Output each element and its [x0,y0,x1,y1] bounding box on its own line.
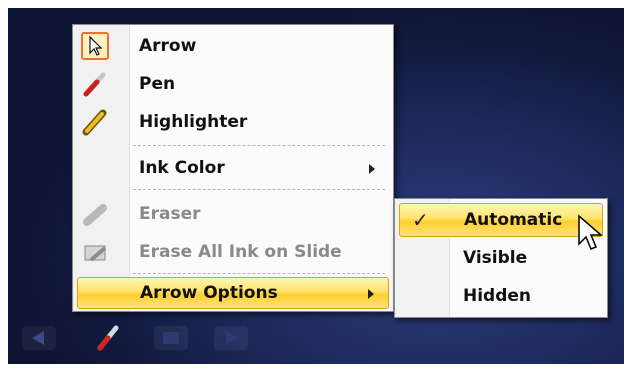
submenu-item-label: Automatic [464,210,563,230]
menu-button[interactable] [154,326,188,350]
erase-all-icon [81,238,109,266]
slideshow-toolbar [8,312,308,356]
menu-item-label: Pen [139,74,176,94]
mouse-cursor-icon [578,214,604,250]
slide-show-background: Arrow Pen Highlighter Ink Color Eraser E… [8,8,624,364]
menu-icon [163,332,179,344]
submenu-arrow-icon [368,289,374,299]
menu-item-label: Highlighter [139,112,248,132]
menu-item-label: Arrow [139,36,197,56]
highlighter-icon [81,108,109,136]
menu-item-label: Arrow Options [140,283,278,303]
menu-item-arrow[interactable]: Arrow [77,29,389,63]
previous-slide-button[interactable] [22,326,56,350]
menu-item-label: Eraser [139,204,201,224]
menu-item-arrow-options[interactable]: Arrow Options [77,277,389,309]
pen-icon [81,70,109,98]
previous-slide-icon [32,331,44,345]
menu-item-erase-all[interactable]: Erase All Ink on Slide [77,235,389,269]
menu-item-label: Erase All Ink on Slide [139,242,342,262]
next-slide-icon [226,331,238,345]
menu-item-pen[interactable]: Pen [77,67,389,101]
menu-item-eraser[interactable]: Eraser [77,197,389,231]
menu-item-highlighter[interactable]: Highlighter [77,105,389,139]
menu-item-ink-color[interactable]: Ink Color [77,151,389,185]
submenu-item-label: Hidden [463,286,532,306]
submenu-item-hidden[interactable]: Hidden [399,279,603,313]
context-menu: Arrow Pen Highlighter Ink Color Eraser E… [72,24,394,312]
pen-icon [97,325,119,351]
menu-separator [133,273,385,274]
menu-separator [133,189,385,190]
next-slide-button[interactable] [214,326,248,350]
submenu-item-label: Visible [463,248,528,268]
eraser-icon [81,200,109,228]
checkmark-icon: ✓ [412,208,429,232]
submenu-item-automatic[interactable]: ✓ Automatic [399,203,603,237]
menu-separator [133,145,385,146]
submenu-item-visible[interactable]: Visible [399,241,603,275]
pen-button[interactable] [94,316,124,356]
submenu-arrow-icon [369,164,375,174]
menu-item-label: Ink Color [139,158,225,178]
arrow-cursor-icon [81,32,109,60]
